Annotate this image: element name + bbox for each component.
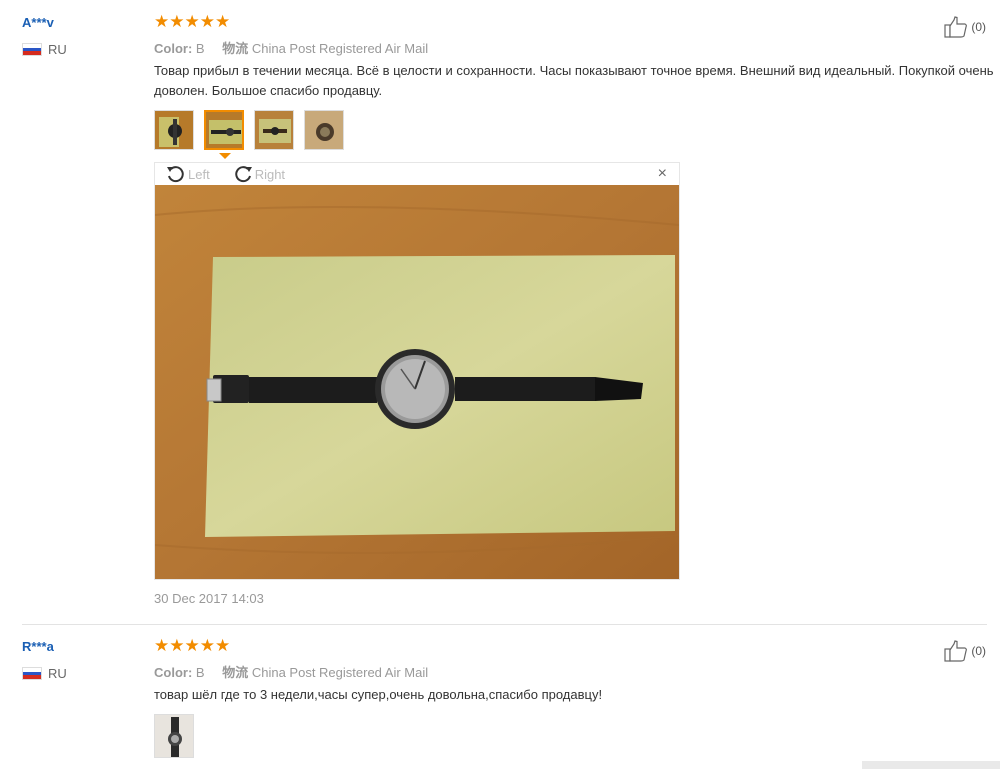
helpful-count: (0) <box>971 644 986 658</box>
photo-thumbnail[interactable] <box>304 110 344 150</box>
page-scroll-edge <box>862 761 1000 769</box>
rotate-left-button[interactable]: Left <box>165 164 210 184</box>
russia-flag-icon <box>22 43 42 56</box>
color-value: B <box>195 41 205 56</box>
rotate-right-label: Right <box>254 166 286 182</box>
star-icon: ★ <box>169 12 185 31</box>
star-icon: ★ <box>215 636 231 655</box>
rotate-right-icon <box>234 166 252 183</box>
rotate-right-button[interactable]: Right <box>232 164 285 184</box>
reviewer-name: R***a <box>22 639 54 654</box>
photo-thumbnails <box>154 110 354 150</box>
color-label: Color: <box>154 665 193 680</box>
review-date: 30 Dec 2017 14:03 <box>154 591 264 606</box>
country-code: RU <box>48 666 67 681</box>
thumbs-up-icon <box>944 640 968 662</box>
star-icon: ★ <box>184 636 200 655</box>
shipping-label: 物流 <box>222 41 249 56</box>
rotate-left-label: Left <box>188 166 210 182</box>
photo-thumbnail[interactable] <box>154 110 194 150</box>
country-code: RU <box>48 42 67 57</box>
star-rating: ★ ★ ★ ★ ★ <box>154 637 230 654</box>
shipping-label: 物流 <box>222 665 249 680</box>
star-icon: ★ <box>169 636 185 655</box>
shipping-value: China Post Registered Air Mail <box>251 665 429 680</box>
review-text: товар шёл где то 3 недели,часы супер,оче… <box>154 687 603 702</box>
helpful-button[interactable]: (0) <box>944 640 986 662</box>
star-icon: ★ <box>215 12 231 31</box>
review-item-1: A***v RU ★ ★ ★ ★ ★ Color: B 物流 China Pos… <box>0 0 1000 620</box>
review-text: Товар прибыл в течении месяца. Всё в цел… <box>154 63 994 98</box>
photo-thumbnail[interactable] <box>154 714 194 758</box>
helpful-button[interactable]: (0) <box>944 16 986 38</box>
reviewer-name: A***v <box>22 15 54 30</box>
thumbs-up-icon <box>944 16 968 38</box>
photo-viewer: Left Right × <box>154 162 680 580</box>
photo-thumbnail-selected[interactable] <box>204 110 244 150</box>
star-icon: ★ <box>199 636 215 655</box>
reviewer-country: RU <box>22 42 67 57</box>
review-item-2: R***a RU ★ ★ ★ ★ ★ Color: B 物流 China Pos… <box>0 624 1000 769</box>
color-label: Color: <box>154 41 193 56</box>
russia-flag-icon <box>22 667 42 680</box>
close-icon[interactable]: × <box>658 165 667 183</box>
star-icon: ★ <box>154 12 170 31</box>
review-photo <box>155 185 679 579</box>
color-value: B <box>195 665 205 680</box>
reviewer-country: RU <box>22 666 67 681</box>
order-info: Color: B 物流 China Post Registered Air Ma… <box>154 662 442 681</box>
star-icon: ★ <box>199 12 215 31</box>
photo-thumbnails <box>154 714 204 758</box>
star-icon: ★ <box>154 636 170 655</box>
photo-thumbnail[interactable] <box>254 110 294 150</box>
photo-viewer-toolbar: Left Right × <box>155 163 679 185</box>
rotate-left-icon <box>167 166 184 183</box>
order-info: Color: B 物流 China Post Registered Air Ma… <box>154 38 442 57</box>
star-rating: ★ ★ ★ ★ ★ <box>154 13 230 30</box>
star-icon: ★ <box>184 12 200 31</box>
selected-thumbnail-caret <box>219 153 231 159</box>
helpful-count: (0) <box>971 20 986 34</box>
shipping-value: China Post Registered Air Mail <box>251 41 429 56</box>
